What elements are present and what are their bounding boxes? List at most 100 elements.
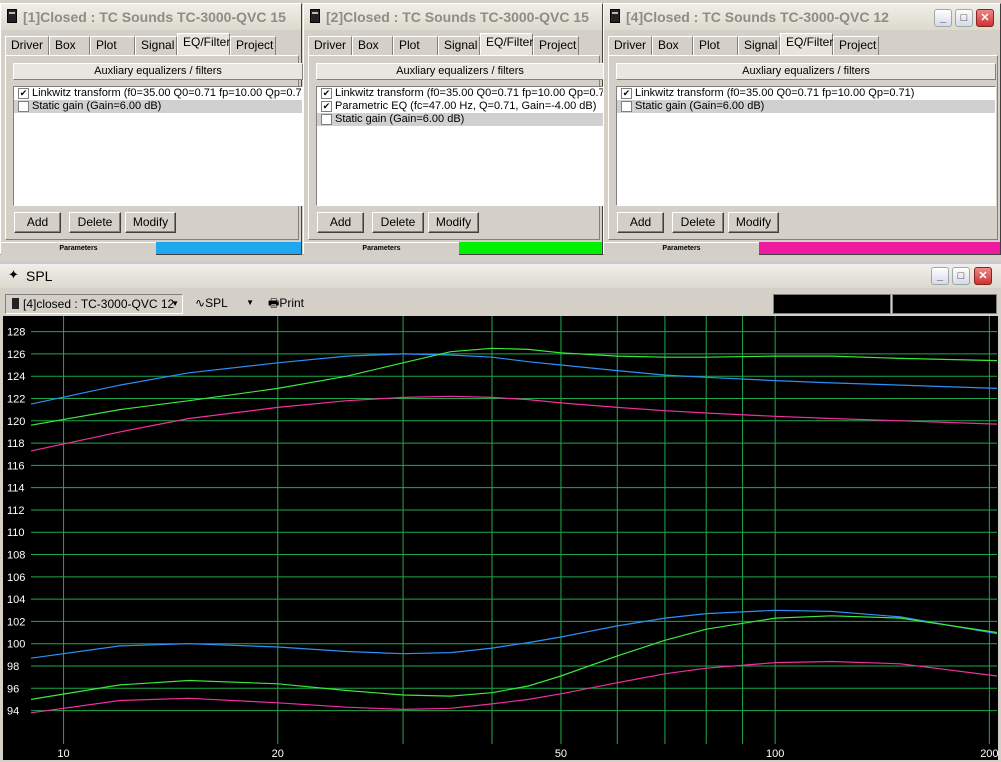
print-button[interactable]: 🖶Print	[265, 294, 315, 314]
list-item[interactable]: ✔ Linkwitz transform (f0=35.00 Q0=0.71 fp…	[617, 87, 995, 100]
checkbox[interactable]: ✔	[621, 88, 632, 99]
series-color-bar	[759, 242, 1000, 254]
minimize-icon[interactable]: _	[934, 9, 952, 27]
y-tick-label: 108	[7, 550, 25, 562]
tab-plot[interactable]: Plot	[90, 36, 135, 55]
tab-project[interactable]: Project	[833, 36, 879, 55]
y-tick-label: 104	[7, 594, 25, 606]
x-tick-label: 20	[272, 748, 284, 760]
aux-equalizers-header: Auxliary equalizers / filters	[616, 63, 996, 80]
x-tick-label: 200	[980, 748, 998, 760]
add-button[interactable]: Add	[14, 212, 61, 233]
filter-window-3: [4]Closed : TC Sounds TC-3000-QVC 12 _ □…	[603, 3, 1001, 255]
tab-signal[interactable]: Signal	[738, 36, 780, 55]
delete-button[interactable]: Delete	[672, 212, 724, 233]
document-icon	[7, 9, 17, 23]
modify-button[interactable]: Modify	[125, 212, 176, 233]
y-tick-label: 100	[7, 639, 25, 651]
y-tick-label: 96	[7, 683, 19, 695]
chevron-down-icon[interactable]: ▼	[246, 294, 254, 312]
y-tick-label: 122	[7, 393, 25, 405]
y-tick-label: 114	[7, 483, 25, 495]
spl-window: ✦ SPL _ □ ✕ [4]closed : TC-3000-QVC 12 ▼…	[0, 261, 1001, 762]
y-tick-label: 126	[7, 349, 25, 361]
close-icon[interactable]: ✕	[974, 267, 992, 285]
tab-box[interactable]: Box	[49, 36, 90, 55]
y-tick-label: 118	[7, 438, 25, 450]
list-item[interactable]: Static gain (Gain=6.00 dB)	[317, 113, 603, 126]
list-item[interactable]: ✔ Linkwitz transform (f0=35.00 Q0=0.71 fp…	[14, 87, 302, 100]
add-button[interactable]: Add	[317, 212, 364, 233]
tab-eq-filter[interactable]: EQ/Filter	[480, 33, 533, 55]
tab-box[interactable]: Box	[652, 36, 693, 55]
delete-button[interactable]: Delete	[372, 212, 424, 233]
checkbox[interactable]	[18, 101, 29, 112]
y-tick-label: 94	[7, 706, 19, 718]
document-icon	[310, 9, 320, 23]
window-titlebar[interactable]: [4]Closed : TC Sounds TC-3000-QVC 12 _ □…	[604, 4, 1000, 30]
list-item[interactable]: Static gain (Gain=6.00 dB)	[14, 100, 302, 113]
y-tick-label: 128	[7, 327, 25, 339]
tab-box[interactable]: Box	[352, 36, 393, 55]
tab-signal[interactable]: Signal	[438, 36, 480, 55]
tab-driver[interactable]: Driver	[608, 36, 652, 55]
filter-window-2: [2]Closed : TC Sounds TC-3000-QVC 15 Dri…	[303, 3, 604, 255]
x-tick-label: 10	[57, 748, 69, 760]
tab-driver[interactable]: Driver	[5, 36, 49, 55]
spl-titlebar[interactable]: ✦ SPL _ □ ✕	[0, 264, 1001, 288]
status-bar: Parameters	[304, 242, 602, 255]
driver-select[interactable]: [4]closed : TC-3000-QVC 12 ▼	[5, 294, 183, 314]
mode-select[interactable]: ∿SPL ▼	[191, 294, 257, 314]
readout-box-2	[892, 294, 997, 314]
checkbox[interactable]	[321, 114, 332, 125]
window-titlebar[interactable]: [1]Closed : TC Sounds TC-3000-QVC 15	[1, 4, 301, 30]
add-button[interactable]: Add	[617, 212, 664, 233]
document-icon	[610, 9, 620, 23]
window-title: [1]Closed : TC Sounds TC-3000-QVC 15	[23, 9, 286, 25]
tab-signal[interactable]: Signal	[135, 36, 177, 55]
tab-eq-filter[interactable]: EQ/Filter	[177, 33, 230, 55]
tab-plot[interactable]: Plot	[693, 36, 738, 55]
plot-background	[3, 316, 998, 760]
tab-plot[interactable]: Plot	[393, 36, 438, 55]
checkbox[interactable]	[621, 101, 632, 112]
list-item[interactable]: ✔ Parametric EQ (fc=47.00 Hz, Q=0.71, Gai…	[317, 100, 603, 113]
eq-filter-panel: Auxliary equalizers / filters ✔ Linkwitz …	[608, 55, 998, 240]
spl-title: SPL	[26, 268, 53, 284]
list-item[interactable]: Static gain (Gain=6.00 dB)	[617, 100, 995, 113]
printer-icon: 🖶	[268, 296, 280, 310]
status-bar: Parameters	[604, 242, 1000, 255]
maximize-icon[interactable]: □	[955, 9, 973, 27]
modify-button[interactable]: Modify	[428, 212, 479, 233]
filter-list[interactable]: ✔ Linkwitz transform (f0=35.00 Q0=0.71 fp…	[13, 86, 303, 206]
modify-button[interactable]: Modify	[728, 212, 779, 233]
y-tick-label: 106	[7, 572, 25, 584]
parameters-label: Parameters	[604, 242, 759, 255]
checkbox[interactable]: ✔	[321, 88, 332, 99]
tab-project[interactable]: Project	[230, 36, 276, 55]
filter-window-1: [1]Closed : TC Sounds TC-3000-QVC 15 Dri…	[0, 3, 303, 255]
parameters-label: Parameters	[1, 242, 156, 255]
list-item[interactable]: ✔ Linkwitz transform (f0=35.00 Q0=0.71 fp…	[317, 87, 603, 100]
minimize-icon[interactable]: _	[931, 267, 949, 285]
checkbox[interactable]: ✔	[321, 101, 332, 112]
tab-project[interactable]: Project	[533, 36, 579, 55]
delete-button[interactable]: Delete	[69, 212, 121, 233]
x-tick-label: 100	[766, 748, 784, 760]
tab-driver[interactable]: Driver	[308, 36, 352, 55]
series-color-bar	[459, 242, 602, 254]
maximize-icon[interactable]: □	[952, 267, 970, 285]
parameters-label: Parameters	[304, 242, 459, 255]
checkbox[interactable]: ✔	[18, 88, 29, 99]
y-tick-label: 98	[7, 661, 19, 673]
x-tick-label: 50	[555, 748, 567, 760]
tab-eq-filter[interactable]: EQ/Filter	[780, 33, 833, 55]
status-bar: Parameters	[1, 242, 301, 255]
close-icon[interactable]: ✕	[976, 9, 994, 27]
chevron-down-icon[interactable]: ▼	[171, 295, 179, 313]
window-titlebar[interactable]: [2]Closed : TC Sounds TC-3000-QVC 15	[304, 4, 602, 30]
filter-list[interactable]: ✔ Linkwitz transform (f0=35.00 Q0=0.71 fp…	[316, 86, 604, 206]
y-tick-label: 112	[7, 505, 25, 517]
filter-list[interactable]: ✔ Linkwitz transform (f0=35.00 Q0=0.71 fp…	[616, 86, 996, 206]
eq-filter-panel: Auxliary equalizers / filters ✔ Linkwitz …	[5, 55, 303, 240]
